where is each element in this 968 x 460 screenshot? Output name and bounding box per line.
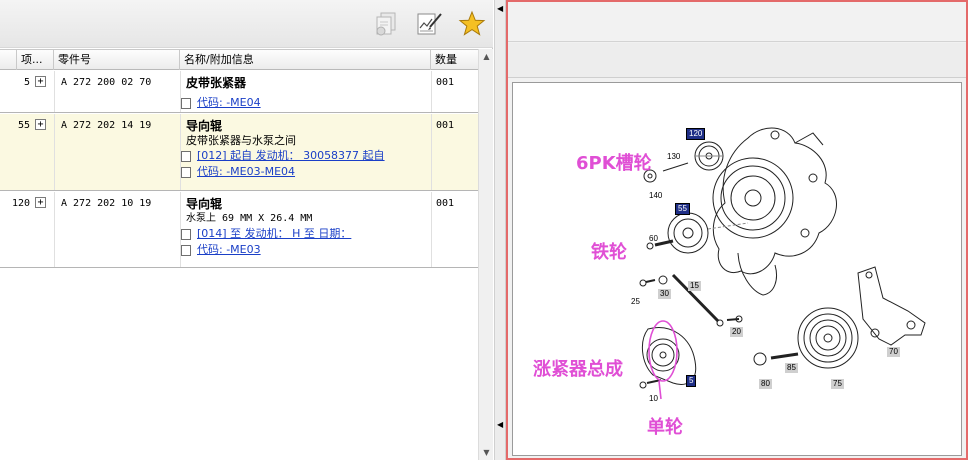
callout-55[interactable]: 55 <box>675 203 690 215</box>
callout-20[interactable]: 20 <box>730 327 743 337</box>
part-description: 导向辊 皮带张紧器与水泵之间 [012] 起自 发动机： 30058377 起自… <box>181 118 426 180</box>
quantity: 001 <box>436 77 455 88</box>
toolbar <box>0 0 493 48</box>
code-link[interactable]: 代码: -ME03-ME04 <box>181 164 426 180</box>
favorite-star-icon[interactable] <box>457 9 487 39</box>
part-note: 水泵上 69 MM X 26.4 MM <box>186 213 313 224</box>
expand-button[interactable]: + <box>35 119 46 130</box>
column-header-blank <box>0 50 17 70</box>
table-header: 项... 零件号 名称/附加信息 数量 <box>0 49 478 70</box>
copy-document-icon[interactable] <box>372 9 402 39</box>
table-row[interactable]: 5 + A 272 200 02 70 皮带张紧器 代码: -ME04 001 <box>0 71 478 113</box>
scroll-down-arrow-icon[interactable]: ▼ <box>481 447 492 458</box>
column-header-quantity[interactable]: 数量 <box>431 50 478 70</box>
diagram-drawing <box>639 127 926 400</box>
callout-75[interactable]: 75 <box>831 379 844 389</box>
illustration-toolbar <box>508 2 966 42</box>
document-icon <box>181 97 191 109</box>
vertical-scrollbar[interactable]: ▲ ▼ <box>478 49 493 460</box>
edit-chart-icon[interactable] <box>414 9 444 39</box>
scroll-up-arrow-icon[interactable]: ▲ <box>481 51 492 62</box>
quantity: 001 <box>436 120 455 131</box>
callout-15[interactable]: 15 <box>688 281 701 291</box>
engine-range-link-text[interactable]: [012] 起自 发动机： 30058377 起自 <box>197 148 385 164</box>
item-number: 5 <box>23 77 30 88</box>
code-link-text[interactable]: 代码: -ME03 <box>197 242 261 258</box>
part-name: 导向辊 <box>186 119 223 133</box>
callout-130[interactable]: 130 <box>667 152 680 162</box>
column-header-name-info[interactable]: 名称/附加信息 <box>180 50 431 70</box>
annotation-single-wheel: 单轮 <box>647 417 683 438</box>
document-icon <box>181 244 191 256</box>
part-description: 皮带张紧器 代码: -ME04 <box>181 75 426 111</box>
code-link-text[interactable]: 代码: -ME03-ME04 <box>197 164 295 180</box>
callout-60[interactable]: 60 <box>649 234 658 244</box>
table-row-selected[interactable]: 55 + A 272 202 14 19 导向辊 皮带张紧器与水泵之间 [012… <box>0 114 478 191</box>
part-number: A 272 200 02 70 <box>61 77 152 88</box>
part-note: 皮带张紧器与水泵之间 <box>186 134 296 147</box>
engine-range-link[interactable]: [012] 起自 发动机： 30058377 起自 <box>181 148 426 164</box>
callout-140[interactable]: 140 <box>649 191 662 201</box>
document-icon <box>181 228 191 240</box>
callout-10[interactable]: 10 <box>649 394 658 404</box>
annotation-tensioner-assembly: 涨紧器总成 <box>533 359 623 380</box>
code-link[interactable]: 代码: -ME04 <box>181 95 426 111</box>
callout-30[interactable]: 30 <box>658 289 671 299</box>
callout-70[interactable]: 70 <box>887 347 900 357</box>
document-icon <box>181 166 191 178</box>
table-row[interactable]: 120 + A 272 202 10 19 导向辊 水泵上 69 MM X 26… <box>0 192 478 268</box>
document-icon <box>181 150 191 162</box>
pane-splitter[interactable]: ◀ ◀ <box>494 0 506 460</box>
part-description: 导向辊 水泵上 69 MM X 26.4 MM [014] 至 发动机： H 至… <box>181 196 426 258</box>
application-window: 项... 零件号 名称/附加信息 数量 5 + A 272 200 02 70 … <box>0 0 968 460</box>
column-header-part-number[interactable]: 零件号 <box>54 50 180 70</box>
expand-button[interactable]: + <box>35 76 46 87</box>
item-number: 120 <box>11 198 30 209</box>
callout-120[interactable]: 120 <box>686 128 706 140</box>
code-link-text[interactable]: 代码: -ME04 <box>197 95 261 111</box>
part-number: A 272 202 14 19 <box>61 120 152 131</box>
exploded-view-diagram[interactable]: 120 130 140 55 60 25 30 15 20 5 10 80 85… <box>512 82 962 456</box>
illustration-pane: 120 130 140 55 60 25 30 15 20 5 10 80 85… <box>506 0 968 460</box>
callout-85[interactable]: 85 <box>785 363 798 373</box>
annotation-6pk-pulley: 6PK槽轮 <box>576 153 652 174</box>
expand-button[interactable]: + <box>35 197 46 208</box>
part-number: A 272 202 10 19 <box>61 198 152 209</box>
part-name: 导向辊 <box>186 197 223 211</box>
parts-list-pane: 项... 零件号 名称/附加信息 数量 5 + A 272 200 02 70 … <box>0 0 493 460</box>
code-link[interactable]: 代码: -ME03 <box>181 242 426 258</box>
item-number: 55 <box>17 120 30 131</box>
callout-5[interactable]: 5 <box>686 375 697 387</box>
callout-80[interactable]: 80 <box>759 379 772 389</box>
illustration-subtoolbar <box>508 43 966 78</box>
collapse-left-arrow-icon[interactable]: ◀ <box>497 4 503 13</box>
collapse-left-arrow-icon-bottom[interactable]: ◀ <box>497 420 503 429</box>
column-header-item[interactable]: 项... <box>17 50 54 70</box>
part-name: 皮带张紧器 <box>186 76 247 90</box>
annotation-iron-wheel: 铁轮 <box>591 242 627 263</box>
engine-range-link[interactable]: [014] 至 发动机： H 至 日期： <box>181 226 426 242</box>
engine-range-link-text[interactable]: [014] 至 发动机： H 至 日期： <box>197 226 351 242</box>
quantity: 001 <box>436 198 455 209</box>
callout-25[interactable]: 25 <box>631 297 640 307</box>
